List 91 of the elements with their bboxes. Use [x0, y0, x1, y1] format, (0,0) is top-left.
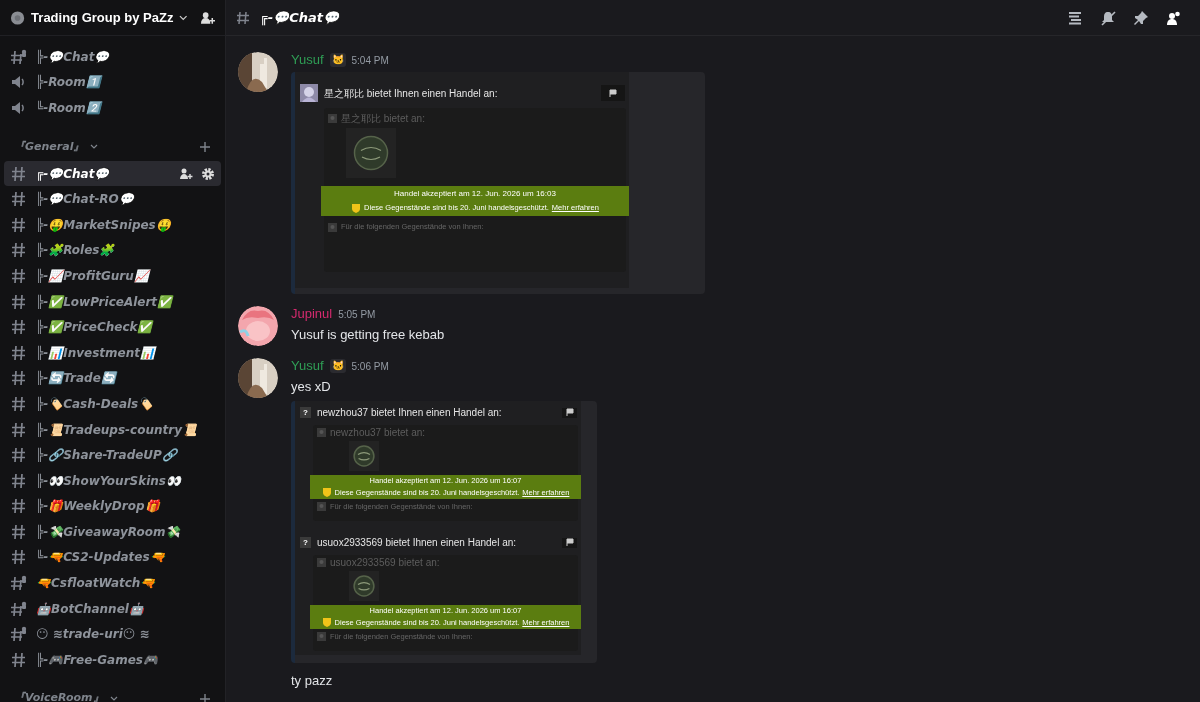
- shield-icon: [321, 617, 332, 629]
- hash-icon: [10, 446, 28, 465]
- channel-item[interactable]: 😶 ≋trade-uri😶 ≋: [4, 621, 221, 648]
- hash-icon: [10, 266, 28, 285]
- plus-icon[interactable]: [199, 692, 211, 702]
- hash-icon: [10, 497, 28, 516]
- category-header[interactable]: 『General』: [4, 136, 221, 157]
- channel-item[interactable]: ╠-💸GiveawayRoom💸: [4, 519, 221, 545]
- chevron-down-icon: [109, 696, 118, 702]
- bell-slash-icon[interactable]: [1100, 9, 1116, 26]
- shield-icon: [351, 202, 362, 214]
- channel-item[interactable]: ╠-🧩Roles🧩: [4, 237, 221, 264]
- channel-item[interactable]: ╠-💬Chat-RO💬: [4, 186, 221, 212]
- question-mark-icon: ?: [300, 537, 311, 548]
- hash-icon: [10, 369, 28, 388]
- channel-item[interactable]: ╠-📜Tradeups-country📜: [4, 416, 221, 443]
- channel-item[interactable]: ╚-🔫CS2-Updates🔫: [4, 544, 221, 571]
- flag-icon: [565, 408, 574, 417]
- channel-item[interactable]: ╚-Room2⃣: [4, 95, 221, 121]
- question-mark-icon: ?: [300, 407, 311, 418]
- flag-button[interactable]: [562, 407, 577, 418]
- channel-item[interactable]: ╠-👀ShowYourSkins👀: [4, 467, 221, 494]
- shield-icon: [321, 487, 332, 499]
- channel-item[interactable]: ╠-🤑MarketSnipes🤑: [4, 211, 221, 238]
- offer-label: newzhou37 bietet an:: [330, 426, 426, 440]
- members-icon[interactable]: [1166, 9, 1182, 26]
- channel-item[interactable]: ╠-🔄Trade🔄: [4, 365, 221, 392]
- channel-item[interactable]: ╠-💬Chat💬: [4, 44, 221, 70]
- server-header[interactable]: Trading Group by PaZz: [0, 0, 225, 36]
- trade-title: 星之耶比 bietet Ihnen einen Handel an:: [324, 86, 498, 101]
- timestamp: 5:05 PM: [338, 307, 376, 322]
- hash-icon: [10, 215, 28, 234]
- accepted-text: Handel akzeptiert am 12. Jun. 2026 um 16:03: [394, 188, 556, 201]
- channel-item[interactable]: 🔫CsfloatWatch🔫: [4, 570, 221, 596]
- invite-icon[interactable]: [199, 9, 215, 26]
- gear-icon[interactable]: [201, 166, 215, 181]
- hash-icon: [10, 471, 28, 490]
- hash-icon: [10, 292, 28, 311]
- flag-icon: [565, 538, 574, 547]
- trade-title: usuox2933569 bietet Ihnen einen Handel an:: [317, 536, 517, 550]
- role-badge: 🐱: [329, 53, 346, 67]
- message-text: Yusuf is getting free kebab: [291, 326, 445, 344]
- trade-title: newzhou37 bietet Ihnen einen Handel an:: [317, 406, 502, 420]
- chevron-down-icon: [179, 14, 188, 21]
- threads-icon[interactable]: [1067, 9, 1083, 26]
- hash-icon: [10, 241, 28, 260]
- locked-hash-icon: [10, 625, 28, 644]
- message-text: yes xD: [291, 378, 332, 396]
- channel-title: ╔-💬Chat💬: [260, 8, 339, 28]
- channel-item[interactable]: ╠-📈ProfitGuru📈: [4, 263, 221, 289]
- hash-icon: [236, 10, 250, 25]
- hash-icon: [10, 394, 28, 413]
- channel-item[interactable]: ╠-Room1⃣: [4, 69, 221, 96]
- channel-item[interactable]: ╠-🎮Free-Games🎮: [4, 647, 221, 673]
- author-name[interactable]: Jupinul: [291, 304, 333, 324]
- author-name[interactable]: Yusuf: [291, 356, 324, 376]
- flag-button[interactable]: [562, 537, 577, 548]
- flag-icon: [609, 88, 617, 98]
- invite-icon[interactable]: [179, 167, 193, 181]
- hash-icon: [10, 420, 28, 439]
- hash-icon: [10, 548, 28, 567]
- message-text: ty pazz: [291, 671, 334, 690]
- hash-icon: [10, 522, 28, 541]
- pin-icon[interactable]: [1133, 9, 1149, 26]
- locked-hash-icon: [10, 599, 28, 618]
- server-name: Trading Group by PaZz: [31, 8, 174, 27]
- hash-icon: [10, 343, 28, 362]
- locked-hash-icon: [10, 574, 28, 593]
- chevron-down-icon: [90, 144, 99, 150]
- locked-hash-icon: [10, 47, 28, 66]
- timestamp: 5:04 PM: [351, 53, 389, 68]
- channel-item[interactable]: ╔-💬Chat💬: [4, 160, 221, 187]
- offer-label: usuox2933569 bietet an:: [330, 556, 440, 570]
- channel-item[interactable]: ╠-🏷Cash-Deals🏷: [4, 391, 221, 417]
- channel-item[interactable]: 🤖BotChannel🤖: [4, 595, 221, 622]
- hash-icon: [10, 318, 28, 337]
- channel-item[interactable]: ╠-🎁WeeklyDrop🎁: [4, 493, 221, 520]
- channel-item[interactable]: ╠-📊Investment📊: [4, 339, 221, 366]
- category-header[interactable]: 『VoiceRoom』: [4, 688, 221, 702]
- channel-item[interactable]: ╠-✅LowPriceAlert✅: [4, 288, 221, 315]
- author-name[interactable]: Yusuf: [291, 50, 324, 70]
- role-badge: 🐱: [329, 359, 346, 373]
- timestamp: 5:06 PM: [351, 359, 389, 374]
- hash-icon: [10, 164, 28, 183]
- flag-button[interactable]: [601, 85, 625, 101]
- channel-item[interactable]: ╠-🔗Share-TradeUP🔗: [4, 442, 221, 468]
- hash-icon: [10, 650, 28, 669]
- hash-icon: [10, 190, 28, 209]
- plus-icon[interactable]: [199, 140, 211, 153]
- server-icon: [10, 9, 26, 26]
- channel-item[interactable]: ╠-✅PriceCheck✅: [4, 314, 221, 340]
